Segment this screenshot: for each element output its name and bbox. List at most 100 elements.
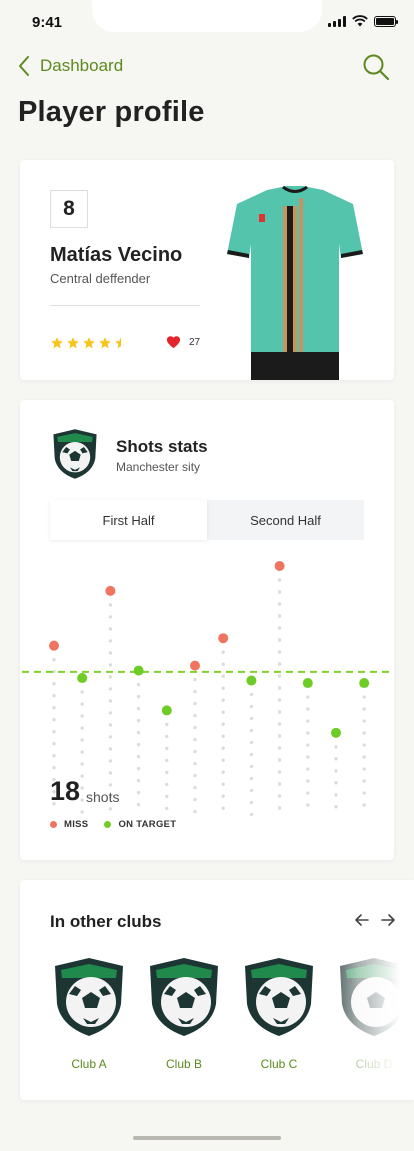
half-tabs: First Half Second Half (50, 500, 364, 540)
grid-dot (80, 798, 84, 802)
club-item-a[interactable]: Club A (51, 956, 127, 1071)
grid-dot (221, 650, 225, 654)
club-name: Club C (260, 1057, 298, 1071)
miss-point (190, 660, 200, 671)
grid-dot (221, 662, 225, 666)
grid-dot (165, 782, 169, 787)
search-button[interactable] (362, 53, 390, 81)
club-item-c[interactable]: Club C (241, 956, 317, 1071)
grid-dot (277, 674, 282, 678)
shots-count: 18 (50, 776, 81, 806)
grid-dot (277, 650, 282, 654)
shots-stats-card: Shots stats Manchester sity First Half S… (20, 400, 394, 860)
notch (92, 0, 322, 32)
club-item-b[interactable]: Club B (146, 956, 222, 1071)
grid-dot (277, 662, 282, 666)
grid-dot (362, 719, 366, 723)
grid-dot (165, 734, 169, 739)
grid-dot (277, 614, 282, 618)
club-item-d[interactable]: Club D (336, 956, 412, 1071)
grid-dot (80, 810, 84, 814)
star-icon (67, 337, 79, 349)
grid-dot (221, 794, 225, 798)
grid-dot (136, 718, 141, 723)
grid-dot (108, 615, 113, 619)
grid-dot (108, 663, 113, 667)
grid-dot (108, 723, 113, 727)
grid-dot (80, 714, 84, 718)
like-button[interactable]: 27 (166, 335, 200, 349)
jersey-image (227, 185, 363, 380)
grid-dot (193, 677, 197, 682)
grid-dot (136, 790, 141, 795)
wifi-icon (352, 15, 368, 27)
grid-dot (249, 764, 254, 769)
player-number: 8 (50, 190, 88, 228)
grid-dot (334, 781, 338, 785)
club-crest-icon (55, 958, 123, 1036)
grid-dot (362, 743, 366, 747)
grid-dot (277, 602, 282, 606)
arrow-left-icon[interactable] (354, 912, 370, 928)
on-target-point (359, 678, 370, 689)
tab-first-half[interactable]: First Half (50, 500, 207, 540)
grid-dot (108, 783, 113, 787)
grid-dot (165, 746, 169, 751)
signal-icon (328, 15, 346, 27)
heart-icon (166, 336, 181, 349)
battery-icon (374, 15, 398, 27)
grid-dot (306, 695, 310, 699)
grid-dot (221, 722, 225, 726)
grid-dot (193, 809, 197, 814)
grid-dot (362, 731, 366, 735)
grid-dot (249, 800, 254, 805)
grid-dot (334, 793, 338, 797)
grid-dot (193, 749, 197, 754)
grid-dot (306, 731, 310, 735)
grid-dot (52, 729, 56, 734)
on-target-point (161, 705, 172, 716)
grid-dot (136, 754, 141, 759)
back-button[interactable]: Dashboard (18, 55, 123, 77)
legend-miss: MISS (64, 819, 89, 830)
club-crest-icon (245, 958, 313, 1036)
likes-count: 27 (189, 336, 201, 348)
club-name: Club D (355, 1057, 393, 1071)
grid-dot (193, 713, 197, 718)
grid-dot (249, 704, 254, 709)
grid-dot (193, 761, 197, 766)
grid-dot (108, 759, 113, 763)
grid-dot (52, 753, 56, 758)
star-half-icon (115, 337, 121, 349)
grid-dot (249, 752, 254, 757)
grid-dot (249, 716, 254, 721)
grid-dot (249, 692, 254, 697)
grid-dot (249, 812, 254, 817)
shots-unit: shots (86, 789, 120, 805)
grid-dot (108, 807, 113, 811)
grid-dot (221, 674, 225, 678)
grid-dot (306, 755, 310, 759)
grid-dot (277, 746, 282, 750)
grid-dot (108, 675, 113, 679)
grid-dot (80, 786, 84, 790)
arrow-right-icon[interactable] (380, 912, 396, 928)
grid-dot (136, 778, 141, 783)
grid-dot (108, 771, 113, 775)
grid-dot (165, 722, 169, 727)
grid-dot (277, 782, 282, 786)
tab-second-half[interactable]: Second Half (207, 500, 364, 540)
grid-dot (362, 767, 366, 771)
grid-dot (165, 758, 169, 763)
grid-dot (277, 638, 282, 642)
grid-dot (52, 741, 56, 746)
grid-dot (221, 758, 225, 762)
other-clubs-card: In other clubs Club A Club B Club C Club… (20, 880, 414, 1100)
back-label: Dashboard (40, 56, 124, 75)
grid-dot (52, 705, 56, 710)
grid-dot (108, 747, 113, 751)
grid-dot (221, 698, 225, 702)
grid-dot (362, 791, 366, 795)
grid-dot (249, 788, 254, 793)
grid-dot (362, 695, 366, 699)
